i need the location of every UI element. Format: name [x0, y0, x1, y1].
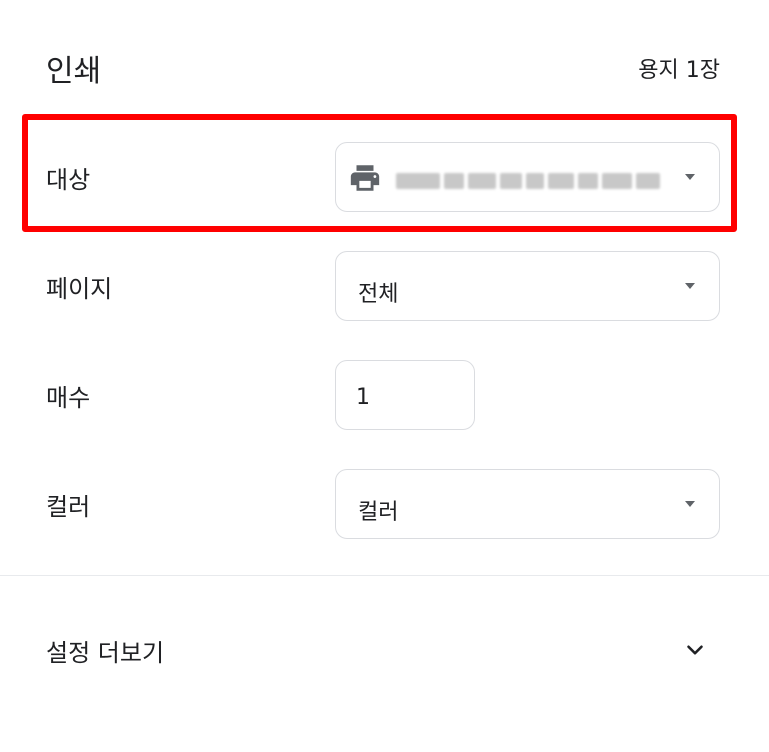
chevron-down-icon: [687, 645, 703, 655]
color-row: 컬러 컬러: [46, 468, 720, 540]
destination-select[interactable]: [335, 142, 720, 212]
copies-input[interactable]: 1: [335, 360, 475, 430]
dropdown-caret-icon: [685, 283, 695, 289]
color-select[interactable]: 컬러: [335, 469, 720, 539]
print-settings-panel: 인쇄 용지 1장 대상 페이지 전체 매수 1 컬러 컬러 설정 더보기: [0, 0, 769, 752]
dropdown-caret-icon: [685, 501, 695, 507]
section-divider: [0, 575, 769, 576]
color-label: 컬러: [46, 492, 91, 521]
pages-row: 페이지 전체: [46, 250, 720, 322]
color-value: 컬러: [358, 500, 399, 525]
pages-label: 페이지: [46, 274, 113, 303]
more-settings-button[interactable]: 설정 더보기: [46, 620, 720, 680]
pages-select[interactable]: 전체: [335, 251, 720, 321]
redacted-printer-name: [396, 170, 660, 192]
more-settings-label: 설정 더보기: [46, 638, 165, 667]
sheet-count: 용지 1장: [638, 58, 720, 83]
dropdown-caret-icon: [685, 174, 695, 180]
copies-label: 매수: [46, 383, 91, 412]
destination-row: 대상: [46, 141, 720, 213]
destination-label: 대상: [46, 165, 91, 194]
copies-value: 1: [356, 385, 370, 410]
page-title: 인쇄: [46, 54, 102, 89]
copies-row: 매수 1: [46, 359, 720, 431]
print-header: 인쇄 용지 1장: [46, 44, 720, 92]
pages-value: 전체: [358, 282, 399, 307]
printer-icon: [350, 165, 380, 191]
